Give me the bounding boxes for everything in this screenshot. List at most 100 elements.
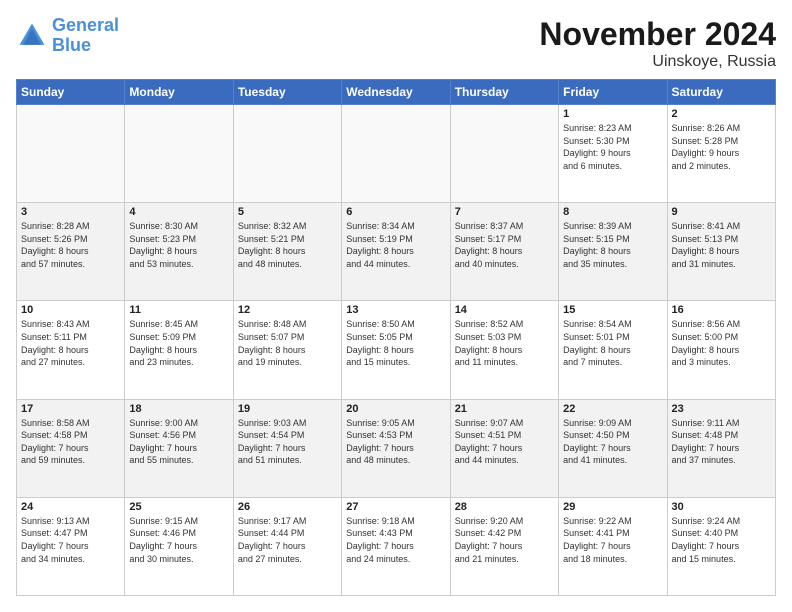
calendar-week-row: 17 Sunrise: 8:58 AMSunset: 4:58 PMDayligh… [17,399,776,497]
col-monday: Monday [125,80,233,105]
day-info: Sunrise: 9:24 AMSunset: 4:40 PMDaylight:… [672,515,771,565]
day-info: Sunrise: 8:34 AMSunset: 5:19 PMDaylight:… [346,220,445,270]
table-row: 22 Sunrise: 9:09 AMSunset: 4:50 PMDayligh… [559,399,667,497]
day-number: 19 [238,403,337,415]
calendar-header-row: Sunday Monday Tuesday Wednesday Thursday… [17,80,776,105]
day-info: Sunrise: 8:41 AMSunset: 5:13 PMDaylight:… [672,220,771,270]
table-row: 14Sunrise: 8:52 AMSunset: 5:03 PMDayligh… [450,301,558,399]
table-row: 1 Sunrise: 8:23 AMSunset: 5:30 PMDaylight… [559,105,667,203]
day-info: Sunrise: 8:23 AMSunset: 5:30 PMDaylight:… [563,122,662,172]
table-row: 4Sunrise: 8:30 AMSunset: 5:23 PMDaylight… [125,203,233,301]
table-row: 30 Sunrise: 9:24 AMSunset: 4:40 PMDayligh… [667,497,775,595]
day-number: 1 [563,108,662,120]
day-number: 11 [129,304,228,316]
day-number: 21 [455,403,554,415]
table-row [233,105,341,203]
day-info: Sunrise: 9:00 AMSunset: 4:56 PMDaylight:… [129,417,228,467]
day-number: 5 [238,206,337,218]
day-number: 4 [129,206,228,218]
day-number: 28 [455,501,554,513]
table-row [17,105,125,203]
day-number: 25 [129,501,228,513]
day-info: Sunrise: 8:48 AMSunset: 5:07 PMDaylight:… [238,318,337,368]
day-info: Sunrise: 9:22 AMSunset: 4:41 PMDaylight:… [563,515,662,565]
day-info: Sunrise: 8:39 AMSunset: 5:15 PMDaylight:… [563,220,662,270]
calendar-week-row: 24Sunrise: 9:13 AMSunset: 4:47 PMDayligh… [17,497,776,595]
day-info: Sunrise: 8:52 AMSunset: 5:03 PMDaylight:… [455,318,554,368]
page: General Blue November 2024 Uinskoye, Rus… [0,0,792,612]
table-row: 24Sunrise: 9:13 AMSunset: 4:47 PMDayligh… [17,497,125,595]
day-number: 6 [346,206,445,218]
col-friday: Friday [559,80,667,105]
table-row: 13Sunrise: 8:50 AMSunset: 5:05 PMDayligh… [342,301,450,399]
table-row: 20 Sunrise: 9:05 AMSunset: 4:53 PMDayligh… [342,399,450,497]
table-row: 12 Sunrise: 8:48 AMSunset: 5:07 PMDayligh… [233,301,341,399]
day-info: Sunrise: 8:43 AMSunset: 5:11 PMDaylight:… [21,318,120,368]
title-block: November 2024 Uinskoye, Russia [539,16,776,71]
table-row: 11 Sunrise: 8:45 AMSunset: 5:09 PMDayligh… [125,301,233,399]
header: General Blue November 2024 Uinskoye, Rus… [16,16,776,71]
calendar: Sunday Monday Tuesday Wednesday Thursday… [16,79,776,596]
day-info: Sunrise: 8:37 AMSunset: 5:17 PMDaylight:… [455,220,554,270]
table-row: 7 Sunrise: 8:37 AMSunset: 5:17 PMDaylight… [450,203,558,301]
day-number: 7 [455,206,554,218]
day-info: Sunrise: 9:13 AMSunset: 4:47 PMDaylight:… [21,515,120,565]
table-row: 26 Sunrise: 9:17 AMSunset: 4:44 PMDayligh… [233,497,341,595]
table-row [125,105,233,203]
day-info: Sunrise: 8:32 AMSunset: 5:21 PMDaylight:… [238,220,337,270]
day-number: 12 [238,304,337,316]
table-row: 9 Sunrise: 8:41 AMSunset: 5:13 PMDaylight… [667,203,775,301]
table-row [342,105,450,203]
day-number: 18 [129,403,228,415]
table-row: 3 Sunrise: 8:28 AMSunset: 5:26 PMDaylight… [17,203,125,301]
day-number: 30 [672,501,771,513]
table-row: 2 Sunrise: 8:26 AMSunset: 5:28 PMDaylight… [667,105,775,203]
table-row [450,105,558,203]
table-row: 16 Sunrise: 8:56 AMSunset: 5:00 PMDayligh… [667,301,775,399]
day-info: Sunrise: 8:28 AMSunset: 5:26 PMDaylight:… [21,220,120,270]
day-number: 10 [21,304,120,316]
col-thursday: Thursday [450,80,558,105]
table-row: 23Sunrise: 9:11 AMSunset: 4:48 PMDayligh… [667,399,775,497]
day-info: Sunrise: 8:26 AMSunset: 5:28 PMDaylight:… [672,122,771,172]
day-number: 23 [672,403,771,415]
day-number: 20 [346,403,445,415]
day-info: Sunrise: 9:20 AMSunset: 4:42 PMDaylight:… [455,515,554,565]
day-number: 2 [672,108,771,120]
day-number: 3 [21,206,120,218]
day-info: Sunrise: 9:09 AMSunset: 4:50 PMDaylight:… [563,417,662,467]
day-info: Sunrise: 9:15 AMSunset: 4:46 PMDaylight:… [129,515,228,565]
logo-text: General Blue [52,16,119,56]
day-number: 27 [346,501,445,513]
table-row: 29 Sunrise: 9:22 AMSunset: 4:41 PMDayligh… [559,497,667,595]
table-row: 6 Sunrise: 8:34 AMSunset: 5:19 PMDaylight… [342,203,450,301]
day-info: Sunrise: 8:50 AMSunset: 5:05 PMDaylight:… [346,318,445,368]
day-number: 29 [563,501,662,513]
col-saturday: Saturday [667,80,775,105]
location: Uinskoye, Russia [539,53,776,71]
calendar-week-row: 1 Sunrise: 8:23 AMSunset: 5:30 PMDaylight… [17,105,776,203]
day-info: Sunrise: 9:03 AMSunset: 4:54 PMDaylight:… [238,417,337,467]
logo-icon [16,20,48,52]
calendar-week-row: 10 Sunrise: 8:43 AMSunset: 5:11 PMDayligh… [17,301,776,399]
day-info: Sunrise: 9:17 AMSunset: 4:44 PMDaylight:… [238,515,337,565]
day-number: 22 [563,403,662,415]
col-wednesday: Wednesday [342,80,450,105]
day-number: 16 [672,304,771,316]
day-info: Sunrise: 8:54 AMSunset: 5:01 PMDaylight:… [563,318,662,368]
day-number: 17 [21,403,120,415]
day-info: Sunrise: 8:58 AMSunset: 4:58 PMDaylight:… [21,417,120,467]
table-row: 25 Sunrise: 9:15 AMSunset: 4:46 PMDayligh… [125,497,233,595]
table-row: 18 Sunrise: 9:00 AMSunset: 4:56 PMDayligh… [125,399,233,497]
table-row: 27Sunrise: 9:18 AMSunset: 4:43 PMDayligh… [342,497,450,595]
table-row: 19 Sunrise: 9:03 AMSunset: 4:54 PMDayligh… [233,399,341,497]
table-row: 28 Sunrise: 9:20 AMSunset: 4:42 PMDayligh… [450,497,558,595]
table-row: 15Sunrise: 8:54 AMSunset: 5:01 PMDayligh… [559,301,667,399]
day-number: 26 [238,501,337,513]
col-tuesday: Tuesday [233,80,341,105]
day-info: Sunrise: 8:56 AMSunset: 5:00 PMDaylight:… [672,318,771,368]
day-info: Sunrise: 9:05 AMSunset: 4:53 PMDaylight:… [346,417,445,467]
day-number: 9 [672,206,771,218]
table-row: 21Sunrise: 9:07 AMSunset: 4:51 PMDayligh… [450,399,558,497]
day-info: Sunrise: 8:45 AMSunset: 5:09 PMDaylight:… [129,318,228,368]
